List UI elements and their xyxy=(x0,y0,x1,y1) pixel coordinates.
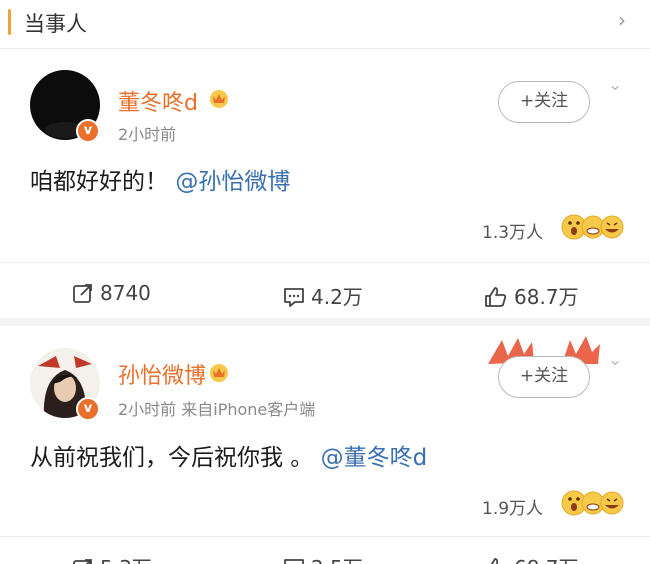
divider xyxy=(0,536,650,537)
reaction-emoji-icons xyxy=(560,213,626,241)
share-icon xyxy=(73,284,92,303)
reaction-count[interactable]: 1.9万人 xyxy=(482,494,543,519)
repost-button[interactable]: 8740 xyxy=(72,281,151,305)
like-count: 68.7万 xyxy=(514,556,579,564)
author-name[interactable]: 孙怡微博 xyxy=(118,358,206,390)
emoji-reactions-icon xyxy=(561,214,624,240)
mention-link[interactable]: @孙怡微博 xyxy=(175,169,290,195)
repost-button[interactable]: 5.3万 xyxy=(72,552,152,564)
section-header[interactable]: 当事人 › xyxy=(0,0,650,48)
thumbs-up-icon xyxy=(485,287,507,307)
thumbs-up-icon xyxy=(490,558,499,564)
section-title: 当事人 xyxy=(24,12,87,36)
like-button[interactable]: 68.7万 xyxy=(484,552,579,564)
emoji-reactions-icon xyxy=(561,490,624,516)
verified-badge-icon: v xyxy=(76,119,100,143)
post-text: 咱都好好的！ xyxy=(30,169,168,195)
reaction-emoji-icons xyxy=(560,489,626,517)
section-accent-bar xyxy=(8,9,11,35)
reaction-count[interactable]: 1.3万人 xyxy=(482,218,543,243)
post-content: 咱都好好的！ @孙怡微博 xyxy=(30,162,290,196)
mention-link[interactable]: @董冬咚d xyxy=(321,445,428,471)
comment-count: 2.5万 xyxy=(311,556,363,564)
comment-button[interactable]: 4.2万 xyxy=(283,281,363,310)
chevron-down-icon[interactable]: ⌄ xyxy=(608,350,622,370)
chevron-down-icon[interactable]: ⌄ xyxy=(608,75,622,95)
comment-button[interactable]: 2.5万 xyxy=(283,552,363,564)
divider xyxy=(0,48,650,49)
post-separator xyxy=(0,318,650,326)
post-timestamp: 2小时前 xyxy=(118,125,177,144)
post-timestamp: 2小时前 来自iPhone客户端 xyxy=(118,400,316,419)
comment-count: 4.2万 xyxy=(311,285,363,309)
follow-button[interactable]: +关注 xyxy=(498,356,590,398)
comment-icon xyxy=(284,559,304,564)
verified-badge-icon: v xyxy=(76,397,100,421)
vip-crown-icon xyxy=(210,90,228,108)
repost-count: 8740 xyxy=(100,281,151,305)
chevron-right-icon[interactable]: › xyxy=(618,8,626,32)
like-count: 68.7万 xyxy=(514,285,579,309)
like-button[interactable]: 68.7万 xyxy=(484,281,579,310)
divider xyxy=(0,262,650,263)
post-content: 从前祝我们，今后祝你我 。 @董冬咚d xyxy=(30,438,427,472)
author-name[interactable]: 董冬咚d xyxy=(118,85,198,117)
follow-button[interactable]: +关注 xyxy=(498,81,590,123)
repost-count: 5.3万 xyxy=(100,556,152,564)
post-text: 从前祝我们，今后祝你我 。 xyxy=(30,445,314,471)
share-icon xyxy=(73,559,92,564)
comment-icon xyxy=(284,288,304,307)
vip-crown-icon xyxy=(210,364,228,382)
